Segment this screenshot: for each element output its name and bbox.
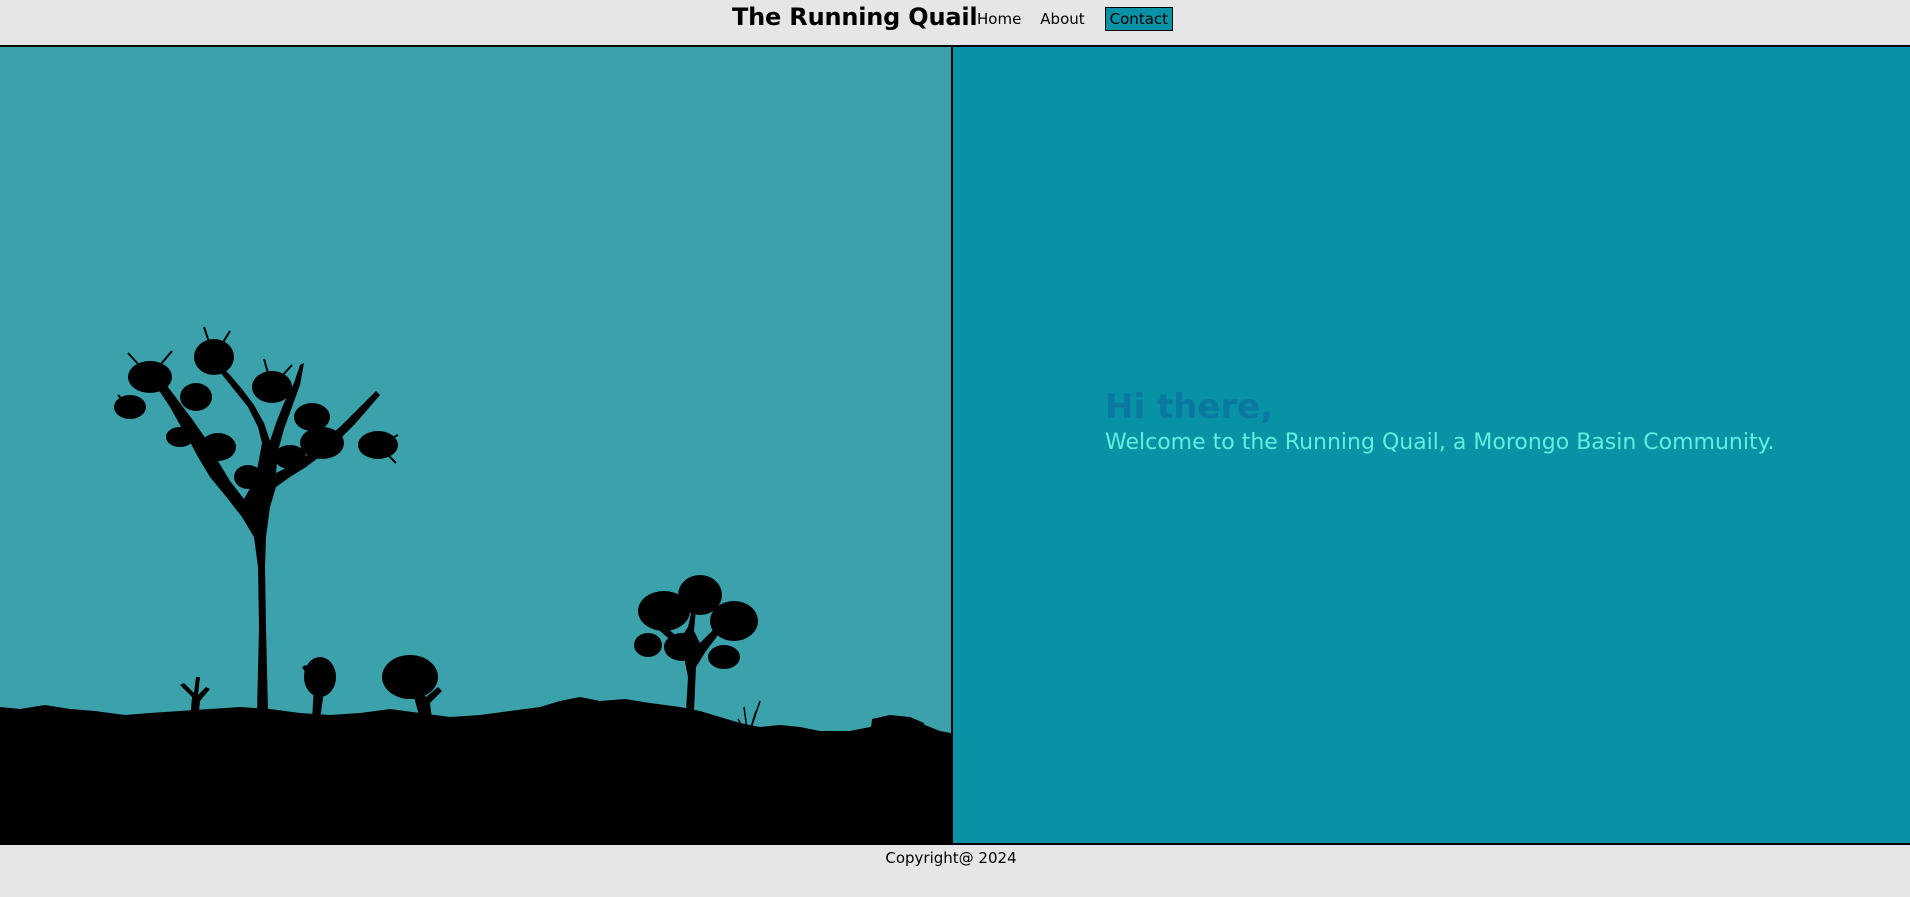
nav-about-link[interactable]: About [1040, 6, 1084, 32]
site-title[interactable]: The Running Quail [732, 3, 978, 31]
main-content: Hi there, Welcome to the Running Quail, … [0, 47, 1910, 845]
nav-contact-link[interactable]: Contact [1104, 7, 1174, 31]
main-nav: Home About Contact [977, 6, 1174, 32]
nav-home-link[interactable]: Home [977, 6, 1021, 32]
greeting-heading: Hi there, [1105, 387, 1274, 427]
joshua-tree-landscape-image [0, 326, 951, 843]
hero-image-panel [0, 47, 953, 843]
welcome-panel: Hi there, Welcome to the Running Quail, … [953, 47, 1910, 843]
site-footer: Copyright@ 2024 [0, 845, 1910, 897]
copyright-text: Copyright@ 2024 [885, 849, 1017, 867]
welcome-text: Welcome to the Running Quail, a Morongo … [1105, 430, 1775, 455]
site-header: The Running Quail Home About Contact [0, 0, 1910, 47]
